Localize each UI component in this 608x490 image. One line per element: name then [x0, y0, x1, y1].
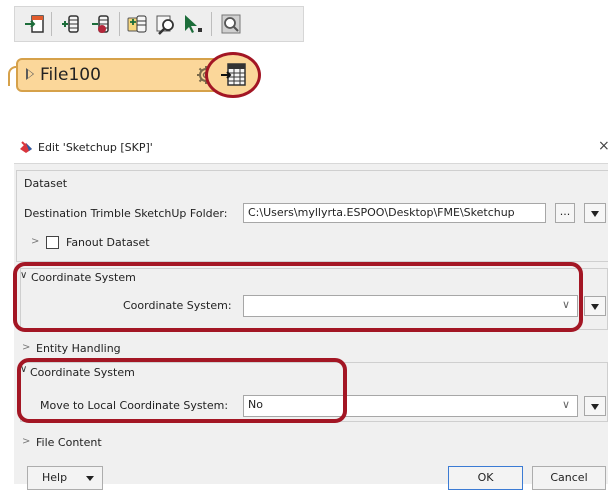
sketchup-icon — [20, 141, 32, 153]
coordinate-system-highlight — [13, 262, 583, 332]
help-button-label: Help — [42, 471, 68, 484]
transformer-name: File100 — [40, 65, 101, 85]
entity-handling-expand-icon[interactable]: > — [22, 342, 30, 353]
destination-folder-input[interactable]: C:\Users\myllyrta.ESPOO\Desktop\FME\Sket… — [243, 203, 546, 223]
file-content-group-label: File Content — [36, 436, 102, 449]
chevron-down-icon — [86, 476, 94, 481]
ok-button[interactable]: OK — [448, 466, 523, 490]
zoom-icon[interactable] — [219, 13, 243, 35]
run-selection-icon[interactable] — [181, 13, 205, 35]
browse-button[interactable]: ... — [555, 203, 575, 223]
entity-handling-group-label: Entity Handling — [36, 342, 121, 355]
help-button[interactable]: Help — [27, 466, 103, 490]
feature-types-icon[interactable] — [125, 13, 149, 35]
dialog-title: Edit 'Sketchup [SKP]' — [38, 141, 153, 154]
inspect-icon[interactable] — [153, 13, 177, 35]
cancel-button[interactable]: Cancel — [532, 466, 606, 490]
writer-table-icon[interactable] — [220, 61, 248, 89]
writer-output-highlight — [205, 52, 261, 98]
fanout-dataset-label: Fanout Dataset — [66, 236, 150, 249]
fanout-expand-icon[interactable]: > — [31, 236, 39, 247]
fanout-checkbox[interactable] — [46, 236, 59, 249]
file-content-expand-icon[interactable]: > — [22, 436, 30, 447]
local-coordinate-highlight — [17, 358, 347, 423]
move-local-coordinate-menu-button[interactable] — [584, 396, 606, 416]
chevron-down-icon[interactable]: ∨ — [562, 398, 570, 411]
coordinate-system-menu-button[interactable] — [584, 296, 606, 316]
close-icon[interactable]: × — [598, 138, 608, 154]
remove-writer-icon[interactable] — [89, 13, 113, 35]
dataset-group-label: Dataset — [24, 177, 68, 190]
destination-folder-label: Destination Trimble SketchUp Folder: — [24, 207, 228, 220]
toolbar — [14, 6, 304, 42]
add-reader-icon[interactable] — [23, 13, 47, 35]
destination-folder-menu-button[interactable] — [584, 203, 606, 223]
add-writer-icon[interactable] — [59, 13, 83, 35]
